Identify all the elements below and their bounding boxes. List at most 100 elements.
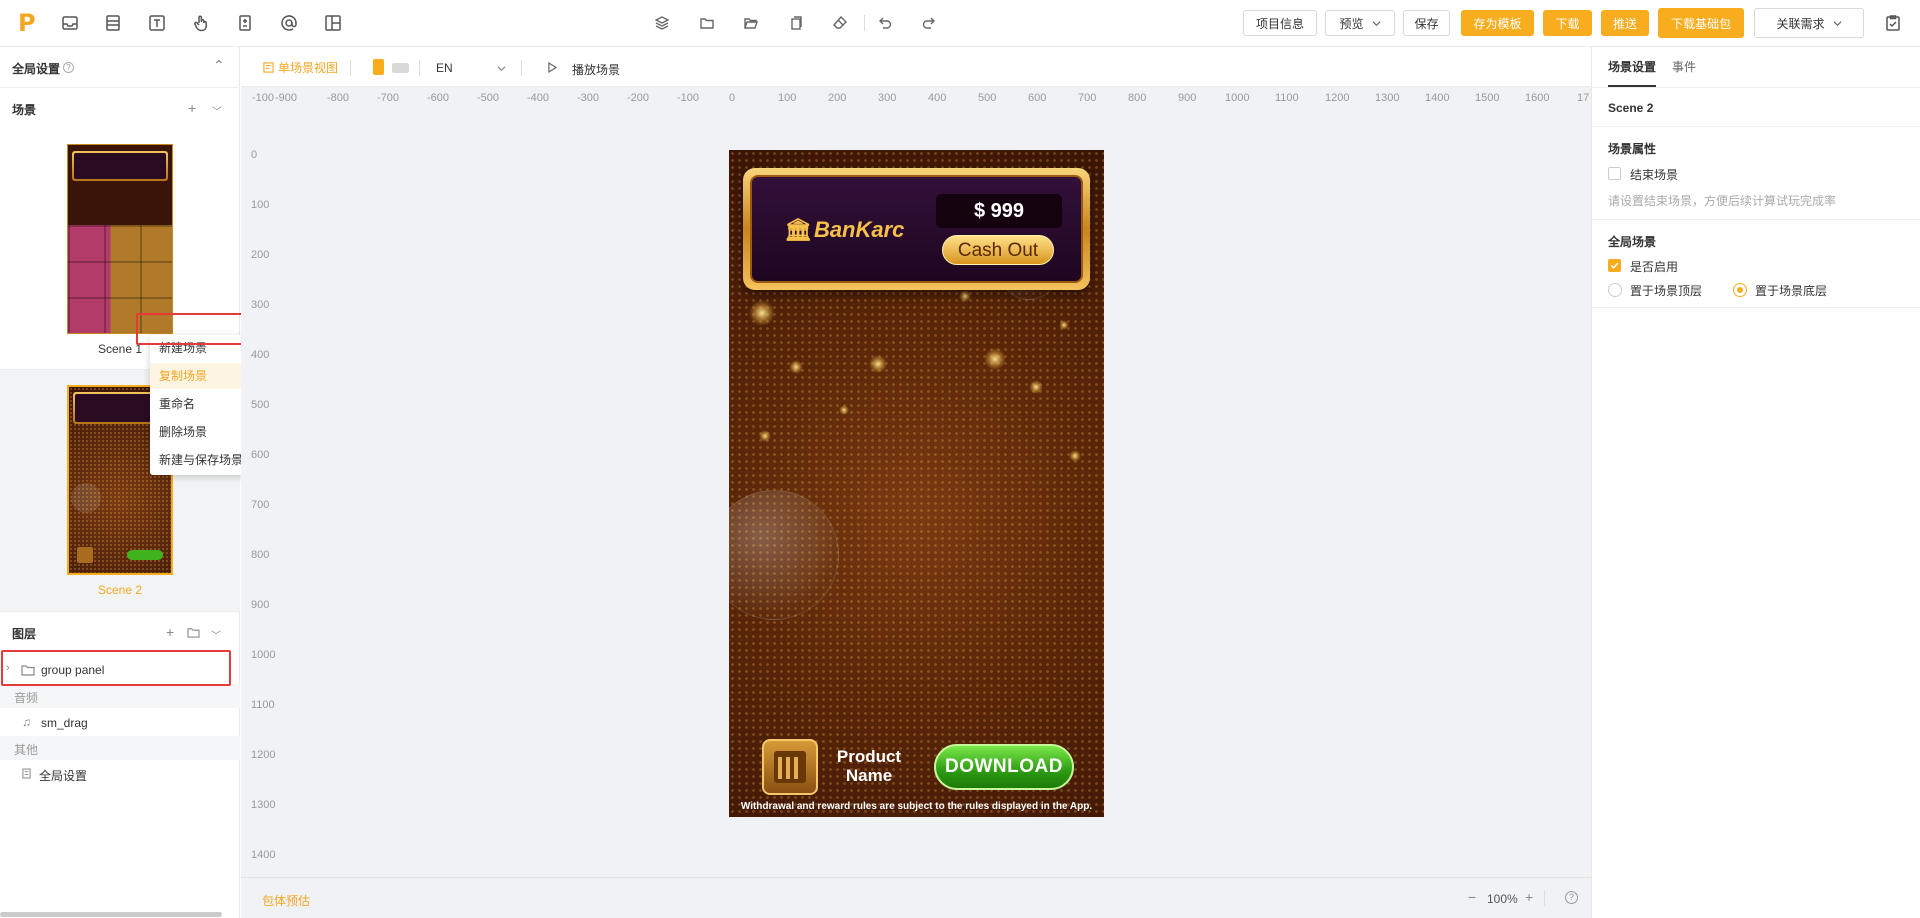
layout-icon[interactable]: [103, 13, 123, 33]
place-top-radio[interactable]: [1608, 283, 1622, 297]
folder-open-icon[interactable]: [743, 15, 759, 31]
eraser-icon[interactable]: [832, 15, 848, 31]
copy-icon[interactable]: [788, 15, 804, 31]
add-layer-icon[interactable]: +: [166, 624, 174, 640]
layers-header: 图层 + ﹀: [0, 612, 240, 652]
product-app-icon: [762, 739, 818, 795]
push-button[interactable]: 推送: [1601, 10, 1649, 36]
ruler-tick: 700: [251, 499, 270, 511]
add-scene-icon[interactable]: +: [188, 100, 196, 116]
linked-requirements-label: 关联需求: [1776, 16, 1825, 31]
menu-item-rename[interactable]: 重命名: [150, 391, 252, 417]
divider: [1592, 126, 1920, 127]
ruler-tick: -900: [275, 92, 298, 104]
menu-item-delete-scene[interactable]: 删除场景: [150, 419, 252, 445]
ruler-tick: 1400: [251, 849, 276, 861]
scene-preview[interactable]: 🏛BanKarc $ 999 Cash Out Product Name DOW…: [729, 150, 1104, 817]
help-icon[interactable]: ?: [1565, 891, 1578, 904]
other-group-label: 其他: [14, 743, 39, 757]
hand-pointer-icon[interactable]: [191, 13, 211, 33]
ruler-tick: -600: [427, 92, 450, 104]
folder-add-icon[interactable]: [187, 625, 200, 641]
help-icon[interactable]: ?: [63, 62, 74, 73]
chevron-down-icon: [1371, 20, 1381, 26]
download-cta-button[interactable]: DOWNLOAD: [934, 744, 1074, 790]
chevron-down-icon[interactable]: ﹀: [212, 103, 222, 118]
place-bottom-radio[interactable]: [1733, 283, 1747, 297]
ruler-tick: 1200: [1325, 92, 1350, 104]
orientation-landscape-toggle[interactable]: [392, 63, 409, 73]
download-button[interactable]: 下载: [1543, 10, 1592, 36]
app-logo[interactable]: P: [18, 11, 40, 35]
ruler-tick: 700: [1078, 92, 1097, 104]
horizontal-ruler: -100 -900 -800 -700 -600 -500 -400 -300 …: [241, 87, 1591, 109]
horizontal-scrollbar[interactable]: [0, 912, 222, 917]
audio-group-label: 音频: [14, 691, 39, 705]
text-icon[interactable]: [147, 13, 167, 33]
divider: [1592, 219, 1920, 220]
bank-logo: 🏛BanKarc: [784, 217, 904, 243]
scene-1-thumbnail[interactable]: [67, 144, 173, 334]
zoom-out-button[interactable]: −: [1468, 889, 1476, 905]
ruler-tick: 400: [928, 92, 947, 104]
right-panel: 场景设置 事件 Scene 2 场景属性 结束场景 请设置结束场景，方便后续计算…: [1591, 47, 1920, 918]
grid-layout-icon[interactable]: [323, 13, 343, 33]
layer-item-global-settings[interactable]: 全局设置: [0, 760, 240, 786]
global-scene-title: 全局场景: [1608, 235, 1657, 249]
bank-name: BanKarc: [813, 217, 905, 242]
linked-requirements-dropdown[interactable]: 关联需求: [1754, 8, 1864, 38]
ruler-tick: 1300: [251, 799, 276, 811]
zoom-in-button[interactable]: +: [1525, 889, 1533, 905]
play-scene-button[interactable]: 播放场景: [572, 61, 620, 78]
scenes-header: 场景 + ﹀: [0, 88, 240, 128]
scene-2-label[interactable]: Scene 2: [0, 583, 240, 597]
tab-scene-settings[interactable]: 场景设置: [1608, 58, 1656, 75]
layer-item-sm-drag[interactable]: ♫ sm_drag: [0, 709, 240, 735]
divider: [1592, 87, 1920, 88]
ruler-tick: 100: [778, 92, 797, 104]
project-info-button[interactable]: 项目信息: [1243, 10, 1317, 36]
ruler-tick: 1100: [1275, 92, 1299, 104]
play-icon[interactable]: [548, 62, 557, 73]
scene-view-icon: [263, 62, 274, 73]
language-select[interactable]: EN: [436, 61, 453, 75]
single-scene-view-tab[interactable]: 单场景视图: [263, 59, 338, 76]
enable-checkbox[interactable]: [1608, 259, 1621, 272]
undo-icon[interactable]: [877, 15, 893, 31]
other-group-header: 其他: [0, 736, 240, 760]
folder-icon[interactable]: [699, 15, 715, 31]
highlight-box: [1, 650, 231, 686]
scene-name: Scene 2: [1608, 101, 1654, 115]
doc-icon[interactable]: [235, 13, 255, 33]
chevron-down-icon[interactable]: ﹀: [211, 627, 221, 642]
chevron-down-icon[interactable]: [497, 64, 506, 73]
ruler-tick: 0: [729, 92, 736, 104]
layers-icon[interactable]: [654, 15, 670, 31]
chevron-up-icon[interactable]: ⌃: [213, 57, 225, 74]
menu-item-new-and-save-scene[interactable]: 新建与保存场景: [150, 447, 252, 473]
end-scene-checkbox[interactable]: [1608, 167, 1621, 180]
cash-out-button[interactable]: Cash Out: [942, 235, 1054, 265]
end-scene-label: 结束场景: [1630, 168, 1679, 182]
orientation-portrait-toggle[interactable]: [373, 59, 384, 75]
global-settings-header[interactable]: 全局设置 ? ⌃: [0, 47, 240, 87]
redo-icon[interactable]: [921, 15, 937, 31]
bank-building-icon: 🏛: [784, 217, 812, 242]
save-template-button[interactable]: 存为模板: [1461, 10, 1534, 36]
layer-item-label: 全局设置: [39, 769, 88, 783]
download-base-package-button[interactable]: 下载基础包: [1658, 8, 1744, 38]
tab-events[interactable]: 事件: [1672, 58, 1696, 75]
ruler-tick: -700: [377, 92, 400, 104]
at-icon[interactable]: [279, 13, 299, 33]
canvas-toolbar: 单场景视图 EN 播放场景: [241, 47, 1591, 87]
ruler-tick: -300: [577, 92, 600, 104]
preview-dropdown[interactable]: 预览: [1325, 10, 1395, 36]
layer-item-label: sm_drag: [41, 716, 88, 730]
save-button[interactable]: 保存: [1403, 10, 1450, 36]
inbox-icon[interactable]: [60, 13, 80, 33]
ruler-tick: 1300: [1375, 92, 1400, 104]
menu-item-duplicate-scene[interactable]: 复制场景: [150, 363, 252, 389]
package-estimate-link[interactable]: 包体预估: [262, 892, 310, 909]
clipboard-check-icon[interactable]: [1883, 13, 1903, 33]
ruler-tick: 17: [1577, 92, 1590, 104]
